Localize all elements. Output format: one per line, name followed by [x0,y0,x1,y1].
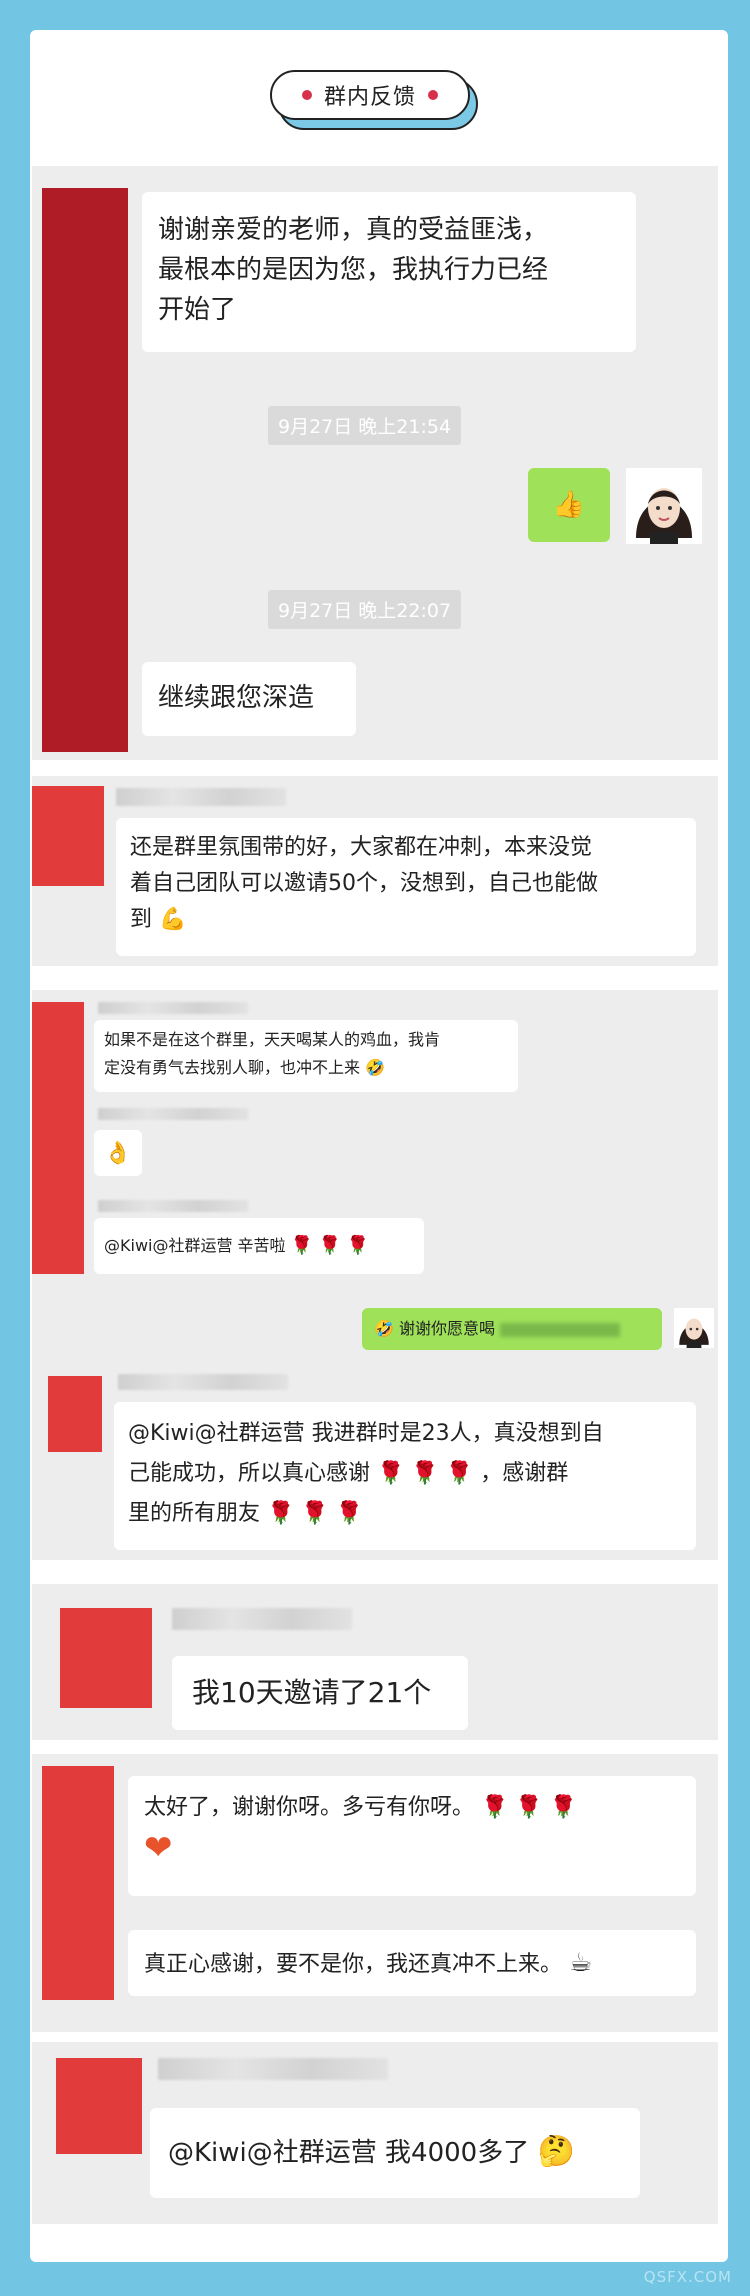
chat-screenshot-5: 太好了，谢谢你呀。多亏有你呀。 🌹 🌹 🌹 ❤ 真正心感谢，要不是你，我还真冲不… [32,1754,718,2032]
chat-screenshot-2: 还是群里氛围带的好，大家都在冲刺，本来没觉 着自己团队可以邀请50个，没想到，自… [32,776,718,966]
rose-icon: 🌹 🌹 🌹 [290,1235,370,1256]
rose-icon: 🌹 🌹 🌹 [267,1501,364,1526]
rose-icon: 🌹 🌹 🌹 [377,1461,474,1486]
thinking-face-icon: 🤔 [537,2134,575,2169]
ok-hand-icon: 👌 [104,1140,132,1166]
message-line: @Kiwi@社群运营 我进群时是23人，真没想到自 [128,1421,604,1446]
flexed-biceps-icon: 💪 [159,907,187,932]
message-line: 最根本的是因为您，我执行力已经 [158,255,549,285]
message-bubble: 我10天邀请了21个 [172,1656,468,1730]
message-text: 真正心感谢，要不是你，我还真冲不上来。 [144,1952,563,1977]
message-bubble: 谢谢亲爱的老师，真的受益匪浅， 最根本的是因为您，我执行力已经 开始了 [142,192,636,352]
rofl-emoji-icon: 🤣 [365,1058,386,1077]
message-line: 着自己团队可以邀请50个，没想到，自己也能做 [130,871,598,896]
thumbs-up-icon: 👍 [552,490,586,520]
blurred-username [172,1608,352,1630]
redacted-avatar [32,786,104,886]
blurred-username [158,2058,388,2080]
blurred-username [118,1374,288,1390]
message-line: 开始了 [158,295,237,325]
chat-screenshot-4: 我10天邀请了21个 [32,1584,718,1740]
message-bubble: 还是群里氛围带的好，大家都在冲刺，本来没觉 着自己团队可以邀请50个，没想到，自… [116,818,696,956]
chat-screenshot-3: 如果不是在这个群里，天天喝某人的鸡血，我肯 定没有勇气去找别人聊，也冲不上来 🤣… [32,990,718,1560]
timestamp: 9月27日 晚上21:54 [268,406,462,445]
redacted-avatar [42,1766,114,2000]
message-text: @Kiwi@社群运营 辛苦啦 [104,1236,286,1255]
watermark: QSFX.COM [643,2268,732,2286]
avatar [674,1308,714,1348]
blurred-username [98,1200,248,1212]
coffee-icon: ☕ [569,1948,593,1978]
blurred-text [500,1322,621,1337]
message-bubble: 如果不是在这个群里，天天喝某人的鸡血，我肯 定没有勇气去找别人聊，也冲不上来 🤣 [94,1020,518,1092]
pill: 群内反馈 [270,70,470,120]
message-bubble: @Kiwi@社群运营 我进群时是23人，真没想到自 己能成功，所以真心感谢 🌹 … [114,1402,696,1550]
rose-icon: 🌹 🌹 🌹 [481,1795,578,1820]
message-line: 到 💪 [130,907,187,932]
redacted-avatar [32,1002,84,1274]
redacted-avatar [60,1608,152,1708]
message-line: 谢谢亲爱的老师，真的受益匪浅， [158,215,549,245]
message-bubble: 真正心感谢，要不是你，我还真冲不上来。 ☕ [128,1930,696,1996]
message-line: 太好了，谢谢你呀。多亏有你呀。 🌹 🌹 🌹 [144,1795,578,1820]
message-line: 里的所有朋友 🌹 🌹 🌹 [128,1501,364,1526]
redacted-avatar [48,1376,102,1452]
message-text: 继续跟您深造 [158,683,315,713]
rofl-emoji-icon: 🤣 [374,1319,394,1338]
message-line: 还是群里氛围带的好，大家都在冲刺，本来没觉 [130,835,593,860]
section-title: 群内反馈 [323,85,416,110]
bullet-dot-left [301,90,312,100]
message-bubble: @Kiwi@社群运营 辛苦啦 🌹 🌹 🌹 [94,1218,424,1274]
message-bubble: 👌 [94,1130,142,1176]
message-line: 定没有勇气去找别人聊，也冲不上来 🤣 [104,1058,386,1077]
blurred-username [116,788,286,806]
chat-screenshot-6: @Kiwi@社群运营 我4000多了 🤔 [32,2042,718,2224]
reply-bubble: 🤣 谢谢你愿意喝 [362,1308,662,1350]
message-bubble: 继续跟您深造 [142,662,356,736]
blurred-username [98,1108,248,1120]
message-text: @Kiwi@社群运营 我4000多了 [168,2138,530,2168]
redacted-avatar [56,2058,142,2154]
chat-screenshot-1: 谢谢亲爱的老师，真的受益匪浅， 最根本的是因为您，我执行力已经 开始了 9月27… [32,166,718,760]
timestamp: 9月27日 晚上22:07 [268,590,462,629]
message-bubble: @Kiwi@社群运营 我4000多了 🤔 [150,2108,640,2198]
reply-text: 谢谢你愿意喝 [399,1319,496,1338]
redacted-avatar [42,188,128,752]
avatar [626,468,702,544]
message-text: 我10天邀请了21个 [192,1676,432,1709]
reply-bubble: 👍 [528,468,610,542]
message-line: 如果不是在这个群里，天天喝某人的鸡血，我肯 [104,1030,441,1049]
blurred-username [98,1002,248,1014]
message-bubble: 太好了，谢谢你呀。多亏有你呀。 🌹 🌹 🌹 ❤ [128,1776,696,1896]
bullet-dot-right [428,90,438,100]
message-line: 己能成功，所以真心感谢 🌹 🌹 🌹 ，感谢群 [128,1461,569,1486]
heart-icon: ❤ [144,1828,173,1868]
section-title-pill: 群内反馈 [270,70,478,130]
